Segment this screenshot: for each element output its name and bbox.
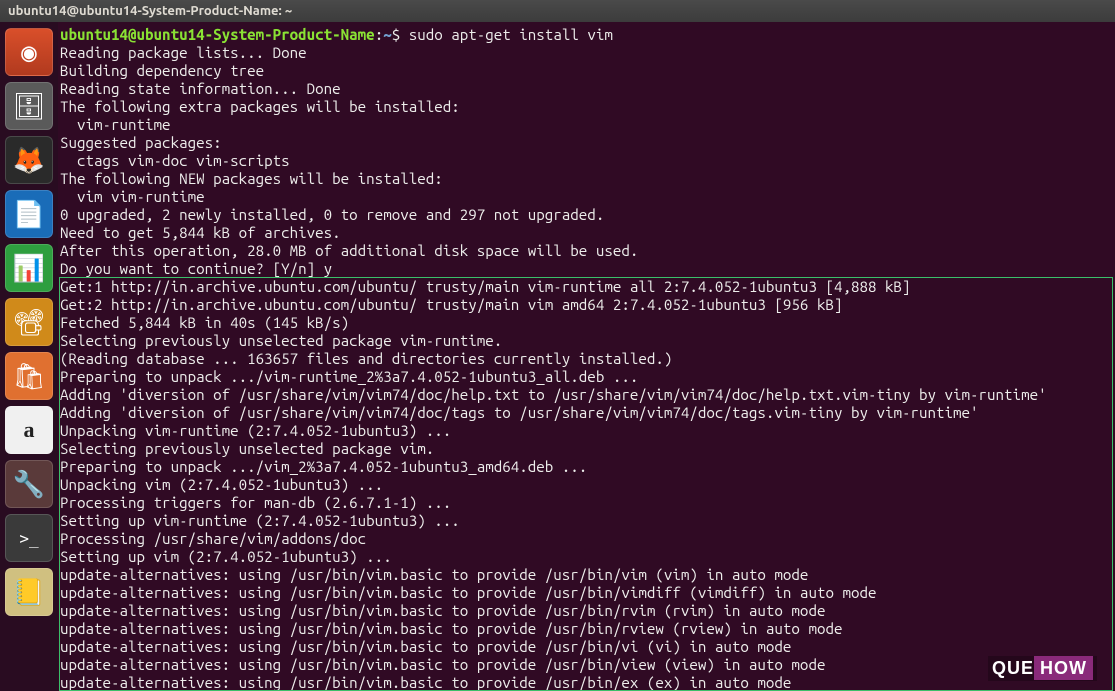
- terminal-launcher-icon[interactable]: >_: [5, 514, 53, 562]
- impress-icon[interactable]: 📽: [5, 298, 53, 346]
- unity-launcher: ◉ 🗄 🦊 📄 📊 📽 🛍 a 🔧 >_ 📒: [0, 22, 58, 691]
- window-titlebar: ubuntu14@ubuntu14-System-Product-Name: ~: [0, 0, 1115, 22]
- window-title: ubuntu14@ubuntu14-System-Product-Name: ~: [8, 4, 292, 18]
- calc-icon[interactable]: 📊: [5, 244, 53, 292]
- watermark: QUEHOW: [988, 656, 1097, 681]
- watermark-que: QUE: [992, 658, 1034, 678]
- files-icon[interactable]: 🗄: [5, 82, 53, 130]
- firefox-icon[interactable]: 🦊: [5, 136, 53, 184]
- writer-icon[interactable]: 📄: [5, 190, 53, 238]
- amazon-icon[interactable]: a: [5, 406, 53, 454]
- software-center-icon[interactable]: 🛍: [5, 352, 53, 400]
- watermark-how: HOW: [1034, 656, 1093, 680]
- help-icon[interactable]: 📒: [5, 568, 53, 616]
- dash-icon[interactable]: ◉: [5, 28, 53, 76]
- terminal-output[interactable]: ubuntu14@ubuntu14-System-Product-Name:~$…: [58, 22, 1115, 691]
- settings-icon[interactable]: 🔧: [5, 460, 53, 508]
